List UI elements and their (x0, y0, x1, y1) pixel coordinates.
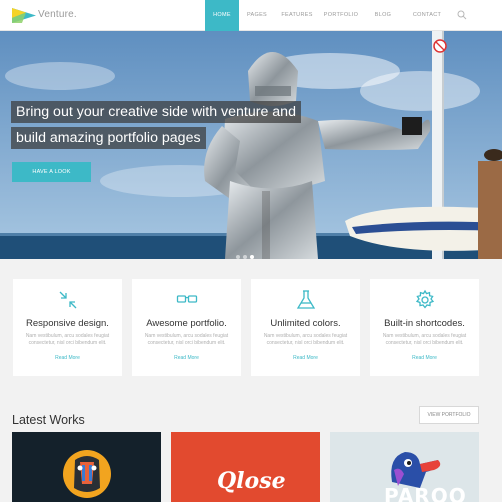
venture-logo-icon[interactable] (12, 8, 36, 23)
feature-description: Nam vestibulum, arcu sodales feugiat con… (25, 333, 110, 346)
slider-dot-1[interactable] (236, 255, 240, 259)
feature-description: Nam vestibulum, arcu sodales feugiat con… (144, 333, 229, 346)
work-item-2[interactable]: Qlose (171, 432, 320, 502)
nav-contact[interactable]: CONTACT (403, 0, 451, 31)
site-header: Venture. HOME PAGES FEATURES PORTFOLIO B… (0, 0, 502, 31)
hero-headline-line-2: build amazing portfolio pages (11, 127, 206, 149)
slider-dot-3[interactable] (250, 255, 254, 259)
glasses-icon (176, 295, 198, 303)
feature-title: Built-in shortcodes. (384, 318, 465, 329)
feature-card-colors: Unlimited colors. Nam vestibulum, arcu s… (251, 279, 360, 376)
brand-name[interactable]: Venture. (38, 9, 77, 20)
search-icon[interactable] (457, 10, 467, 20)
work-item-1[interactable] (12, 432, 161, 502)
feature-description: Nam vestibulum, arcu sodales feugiat con… (382, 333, 467, 346)
feature-title: Responsive design. (26, 318, 109, 329)
nav-features[interactable]: FEATURES (275, 0, 319, 31)
work-item-3[interactable]: PAROO (330, 432, 479, 502)
gear-icon (415, 289, 435, 309)
slider-dots (236, 255, 254, 259)
view-portfolio-button[interactable]: VIEW PORTFOLIO (419, 406, 479, 424)
nav-pages[interactable]: PAGES (239, 0, 275, 31)
feature-title: Unlimited colors. (270, 318, 341, 329)
read-more-link[interactable]: Read More (132, 355, 241, 361)
mandrill-logo (63, 450, 111, 498)
work-title: PAROO (384, 484, 467, 502)
feature-card-shortcodes: Built-in shortcodes. Nam vestibulum, arc… (370, 279, 479, 376)
nav-portfolio[interactable]: PORTFOLIO (319, 0, 363, 31)
hero-slider: Bring out your creative side with ventur… (0, 31, 502, 259)
feature-card-responsive: Responsive design. Nam vestibulum, arcu … (13, 279, 122, 376)
main-nav: HOME PAGES FEATURES PORTFOLIO BLOG CONTA… (205, 0, 451, 31)
read-more-link[interactable]: Read More (251, 355, 360, 361)
hero-headline-line-1: Bring out your creative side with ventur… (11, 101, 301, 123)
latest-works-heading: Latest Works (12, 413, 85, 427)
feature-description: Nam vestibulum, arcu sodales feugiat con… (263, 333, 348, 346)
arrows-collapse-icon (59, 291, 77, 309)
flask-icon (296, 290, 316, 309)
feature-title: Awesome portfolio. (146, 318, 227, 329)
slider-dot-2[interactable] (243, 255, 247, 259)
work-title: Qlose (217, 468, 286, 494)
read-more-link[interactable]: Read More (370, 355, 479, 361)
nav-home[interactable]: HOME (205, 0, 239, 31)
feature-card-portfolio: Awesome portfolio. Nam vestibulum, arcu … (132, 279, 241, 376)
have-a-look-button[interactable]: HAVE A LOOK (12, 162, 91, 182)
nav-blog[interactable]: BLOG (363, 0, 403, 31)
read-more-link[interactable]: Read More (13, 355, 122, 361)
